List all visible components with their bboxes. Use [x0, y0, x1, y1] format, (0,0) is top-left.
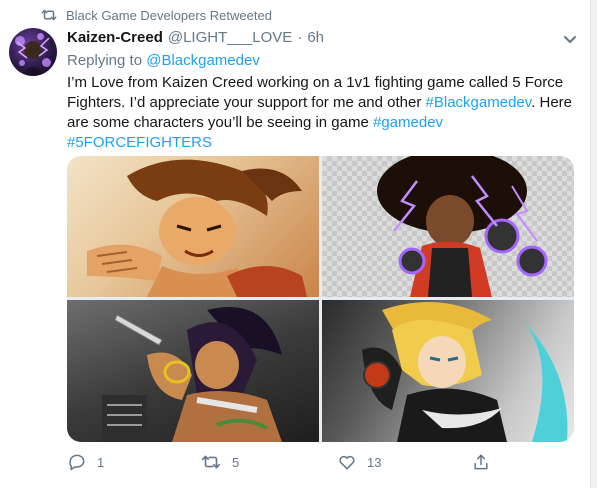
media-image-2[interactable] — [322, 156, 574, 297]
retweet-banner: Black Game Developers Retweeted — [40, 6, 272, 24]
media-image-3[interactable] — [67, 300, 319, 442]
reply-button[interactable]: 1 — [67, 452, 104, 472]
like-button[interactable]: 13 — [337, 452, 381, 472]
author-handle[interactable]: @LIGHT___LOVE — [168, 29, 292, 46]
tweet-actions: 1 5 13 — [67, 452, 547, 472]
retweet-icon — [41, 9, 57, 21]
tweet-text: I’m Love from Kaizen Creed working on a … — [67, 73, 577, 153]
media-image-1[interactable] — [67, 156, 319, 297]
share-button[interactable] — [471, 452, 491, 472]
hashtag-blackgamedev[interactable]: #Blackgamedev — [426, 94, 532, 111]
media-grid — [67, 156, 574, 442]
heart-icon — [339, 455, 355, 470]
avatar[interactable] — [9, 28, 57, 76]
tweet-header: Kaizen-Creed @LIGHT___LOVE · 6h — [67, 29, 567, 49]
retweet-banner-text[interactable]: Black Game Developers Retweeted — [66, 8, 272, 23]
retweet-icon — [201, 455, 221, 469]
hashtag-5forcefighters[interactable]: #5FORCEFIGHTERS — [67, 134, 212, 151]
page-scrollbar[interactable] — [590, 0, 597, 488]
reply-count: 1 — [97, 454, 105, 470]
separator-dot: · — [297, 29, 303, 46]
like-count: 13 — [367, 454, 382, 470]
tweet-timestamp[interactable]: 6h — [307, 29, 324, 46]
retweet-count: 5 — [232, 454, 240, 470]
reply-to-handle-link[interactable]: @Blackgamedev — [146, 52, 260, 69]
author-name[interactable]: Kaizen-Creed — [67, 29, 163, 46]
media-image-4[interactable] — [322, 300, 574, 442]
replying-to-label: Replying to — [67, 52, 143, 69]
retweet-button[interactable]: 5 — [200, 452, 239, 472]
replying-to: Replying to @Blackgamedev — [67, 52, 260, 69]
chevron-down-icon[interactable] — [562, 34, 578, 46]
comment-icon — [69, 454, 85, 471]
hashtag-gamedev[interactable]: #gamedev — [373, 114, 443, 131]
share-icon — [474, 454, 488, 470]
